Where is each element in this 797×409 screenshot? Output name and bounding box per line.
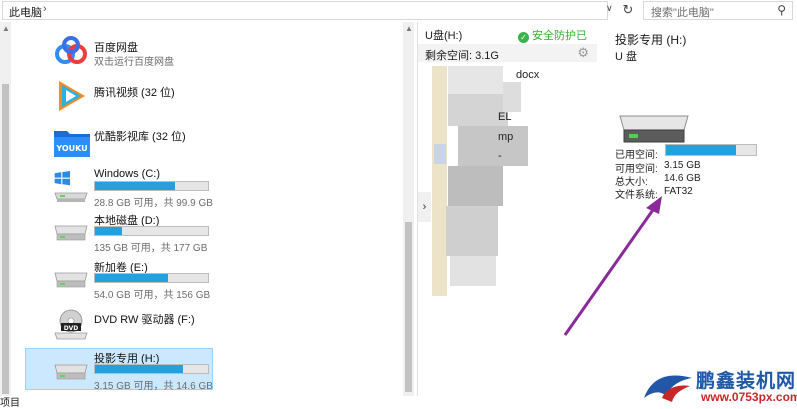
expand-chevron-icon[interactable]: › <box>418 192 431 222</box>
details-usage-fill <box>666 145 737 155</box>
refresh-button[interactable]: ↻ <box>620 2 636 20</box>
usb-panel-title: U盘(H:) <box>425 30 463 42</box>
free-space-label: 剩余空间: 3.1G <box>425 50 499 62</box>
drive-name: 腾讯视频 (32 位) <box>94 87 175 99</box>
file-system-value: FAT32 <box>664 186 693 197</box>
list-item-youku[interactable]: YOUKU 优酷影视库 (32 位) <box>25 125 215 161</box>
watermark-url: www.0753px.com <box>701 390 797 404</box>
file-name-fragment: mp <box>498 131 514 143</box>
list-item-drive-e[interactable]: 新加卷 (E:) 54.0 GB 可用，共 156 GB <box>25 257 215 301</box>
dvd-drive-icon: DVD <box>53 309 89 345</box>
details-subtitle: U 盘 <box>615 51 637 63</box>
watermark: 鹏鑫装机网 www.0753px.com <box>640 366 797 406</box>
drive-name: DVD RW 驱动器 (F:) <box>94 314 195 326</box>
drive-subtitle: 3.15 GB 可用，共 14.6 GB <box>94 381 213 392</box>
status-item-count: 项目 <box>0 398 20 409</box>
watermark-brand: 鹏鑫装机网 <box>696 371 797 392</box>
file-list-blur <box>446 206 498 256</box>
total-size-value: 14.6 GB <box>664 173 701 184</box>
file-list-blur <box>448 166 503 206</box>
usb-drive-icon <box>53 361 89 397</box>
content-scrollbar[interactable]: ▲ <box>403 22 414 396</box>
file-list-blur <box>458 126 528 166</box>
list-item-drive-c[interactable]: Windows (C:) 28.8 GB 可用，共 99.9 GB <box>25 165 215 209</box>
windows-drive-icon <box>53 171 89 207</box>
svg-text:YOUKU: YOUKU <box>55 144 87 153</box>
drive-subtitle: 54.0 GB 可用，共 156 GB <box>94 290 211 301</box>
file-list-blur <box>432 66 447 296</box>
list-item-usb-drive-h[interactable]: 投影专用 (H:) 3.15 GB 可用，共 14.6 GB <box>25 348 213 392</box>
search-placeholder: 搜索"此电脑" <box>651 7 714 19</box>
list-item-drive-d[interactable]: 本地磁盘 (D:) 135 GB 可用，共 177 GB <box>25 210 215 254</box>
breadcrumb[interactable]: 此电脑 <box>9 4 42 20</box>
scroll-up-icon[interactable]: ▲ <box>2 24 10 33</box>
file-name-fragment: - <box>498 150 502 162</box>
free-space-row: 剩余空间: 3.1G ⚙ <box>418 44 597 62</box>
address-bar-row: 此电脑 › ∨ ↻ 搜索"此电脑" ⚲ <box>0 0 797 22</box>
dragon-logo-icon <box>644 375 692 402</box>
file-list-blur <box>450 256 496 286</box>
drive-usage-bar <box>94 273 209 283</box>
gear-icon[interactable]: ⚙ <box>577 45 589 61</box>
drive-subtitle: 双击运行百度网盘 <box>94 57 174 68</box>
drive-usage-bar <box>94 226 209 236</box>
tencent-video-icon <box>53 78 89 114</box>
search-input[interactable]: 搜索"此电脑" ⚲ <box>643 1 793 20</box>
search-icon: ⚲ <box>777 3 786 17</box>
drive-name: Windows (C:) <box>94 168 161 180</box>
drive-usage-fill <box>95 274 169 282</box>
list-item-baidu-netdisk[interactable]: 百度网盘 双击运行百度网盘 <box>25 35 215 71</box>
free-space-value: 3.15 GB <box>664 160 701 171</box>
drive-subtitle: 28.8 GB 可用，共 99.9 GB <box>94 198 213 209</box>
details-title: 投影专用 (H:) <box>615 33 687 47</box>
drive-usage-bar <box>94 364 209 374</box>
list-item-tencent-video[interactable]: 腾讯视频 (32 位) <box>25 78 215 116</box>
file-list-blur <box>503 82 521 112</box>
drive-usage-fill <box>95 227 123 235</box>
list-item-dvd-drive[interactable]: DVD DVD RW 驱动器 (F:) <box>25 305 215 345</box>
drive-icon <box>53 222 89 258</box>
file-name-fragment: EL <box>498 111 512 123</box>
check-icon: ✓ <box>518 32 529 43</box>
address-bar[interactable]: 此电脑 › <box>2 1 608 20</box>
usb-popup-panel: › U盘(H:) ✓安全防护已开启 剩余空间: 3.1G ⚙ docx EL m… <box>417 22 597 396</box>
file-list-blur <box>434 144 446 164</box>
drive-usage-fill <box>95 182 176 190</box>
file-list-blur <box>448 66 503 94</box>
scrollbar-thumb[interactable] <box>405 222 412 392</box>
details-usage-bar <box>665 144 757 156</box>
youku-folder-icon: YOUKU <box>53 125 90 161</box>
nav-scrollbar[interactable]: ▲ <box>0 22 11 396</box>
large-drive-icon <box>618 106 690 149</box>
address-dropdown-icon[interactable]: ∨ <box>606 3 613 14</box>
breadcrumb-chevron-icon[interactable]: › <box>43 3 47 15</box>
drive-icon <box>53 269 89 305</box>
drive-name: 优酷影视库 (32 位) <box>94 131 186 143</box>
file-system-label: 文件系统: <box>615 190 658 201</box>
svg-text:DVD: DVD <box>64 325 79 332</box>
drive-subtitle: 135 GB 可用，共 177 GB <box>94 243 208 254</box>
scrollbar-thumb[interactable] <box>2 84 9 394</box>
baidu-cloud-icon <box>53 35 89 71</box>
drive-usage-bar <box>94 181 209 191</box>
scroll-up-icon[interactable]: ▲ <box>405 24 413 33</box>
drive-usage-fill <box>95 365 184 373</box>
file-name-fragment: docx <box>516 69 540 81</box>
used-space-label: 已用空间: <box>615 150 658 161</box>
details-pane: 投影专用 (H:) U 盘 已用空间: 可用空间: 3.15 GB 总大小: 1… <box>598 22 797 396</box>
